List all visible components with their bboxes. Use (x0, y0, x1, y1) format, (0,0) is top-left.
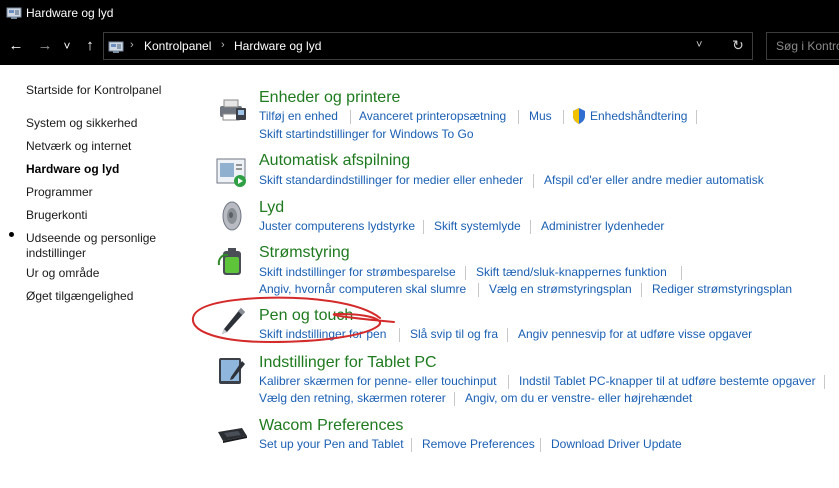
link-separator (540, 438, 541, 452)
control-panel-icon (6, 7, 22, 19)
link-separator (411, 438, 412, 452)
address-toolbar: ← → ˅ ↑ › Kontrolpanel › Hardware og lyd… (0, 28, 839, 65)
link-power-saving-settings[interactable]: Skift indstillinger for strømbesparelse (259, 265, 456, 279)
sidebar-item-system-security[interactable]: System og sikkerhed (26, 116, 137, 131)
link-change-default-media[interactable]: Skift standardindstillinger for medier e… (259, 173, 523, 187)
breadcrumb-separator: › (130, 39, 134, 51)
printer-icon[interactable] (216, 94, 248, 126)
wacom-tablet-icon[interactable] (216, 420, 248, 452)
link-separator (641, 283, 642, 297)
pen-icon[interactable] (216, 305, 248, 337)
breadcrumb-separator: › (221, 39, 225, 51)
sidebar-item-network[interactable]: Netværk og internet (26, 139, 131, 154)
link-adjust-volume[interactable]: Juster computerens lydstyrke (259, 219, 415, 233)
breadcrumb-hardware-og-lyd[interactable]: Hardware og lyd (234, 39, 321, 53)
link-separator (454, 392, 455, 406)
link-manage-audio-devices[interactable]: Administrer lydenheder (541, 219, 664, 233)
link-separator (824, 375, 825, 389)
sidebar-item-clock-region[interactable]: Ur og område (26, 266, 99, 281)
link-handedness[interactable]: Angiv, om du er venstre- eller højrehænd… (465, 391, 692, 405)
link-separator (533, 174, 534, 188)
link-separator (508, 375, 509, 389)
forward-arrow-icon[interactable]: → (36, 37, 54, 55)
link-separator (507, 328, 508, 342)
window-title: Hardware og lyd (26, 6, 114, 20)
link-add-device[interactable]: Tilføj en enhed (259, 109, 338, 123)
link-set-up-pen-tablet[interactable]: Set up your Pen and Tablet (259, 437, 404, 451)
sidebar-item-user-accounts[interactable]: Brugerkonti (26, 208, 87, 223)
link-flicks-on-off[interactable]: Slå svip til og fra (410, 327, 498, 341)
search-box[interactable]: Søg i Kontrolpanel (766, 32, 839, 60)
sidebar-item-ease-of-access[interactable]: Øget tilgængelighed (26, 289, 133, 304)
category-title-tablet-pc[interactable]: Indstillinger for Tablet PC (259, 354, 437, 372)
category-title-pen-touch[interactable]: Pen og touch (259, 307, 353, 325)
battery-icon[interactable] (216, 245, 248, 277)
sidebar-item-appearance[interactable]: Udseende og personlige (26, 231, 156, 246)
link-pen-flicks-tasks[interactable]: Angiv pennesvip for at udføre visse opga… (518, 327, 752, 341)
breadcrumb-kontrolpanel[interactable]: Kontrolpanel (144, 39, 211, 53)
link-screen-rotation[interactable]: Vælg den retning, skærmen roterer (259, 391, 446, 405)
link-choose-power-plan[interactable]: Vælg en strømstyringsplan (489, 282, 632, 296)
sidebar-home-link[interactable]: Startside for Kontrolpanel (26, 83, 161, 98)
sidebar-item-hardware-sound[interactable]: Hardware og lyd (26, 162, 119, 177)
link-autoplay-cds[interactable]: Afspil cd'er eller andre medier automati… (544, 173, 764, 187)
link-separator (465, 266, 466, 280)
sidebar: Startside for Kontrolpanel System og sik… (0, 65, 190, 488)
back-arrow-icon[interactable]: ← (7, 37, 25, 55)
category-title-devices-printers[interactable]: Enheder og printere (259, 89, 400, 107)
tablet-icon[interactable] (216, 355, 248, 387)
link-separator (350, 110, 351, 124)
recent-locations-chevron-icon[interactable]: ˅ (61, 37, 73, 55)
link-sleep-time[interactable]: Angiv, hvornår computeren skal slumre (259, 282, 466, 296)
address-dropdown-icon[interactable]: ˅ (696, 39, 702, 51)
link-device-manager[interactable]: Enhedshåndtering (590, 109, 687, 123)
current-item-bullet (9, 232, 14, 237)
link-calibrate-screen[interactable]: Kalibrer skærmen for penne- eller touchi… (259, 374, 496, 388)
control-panel-icon (108, 41, 124, 53)
category-title-autoplay[interactable]: Automatisk afspilning (259, 152, 410, 170)
link-separator (518, 110, 519, 124)
link-separator (696, 110, 697, 124)
link-remove-preferences[interactable]: Remove Preferences (422, 437, 535, 451)
address-bar[interactable]: › Kontrolpanel › Hardware og lyd ˅ ↻ (103, 32, 753, 60)
link-separator (423, 220, 424, 234)
uac-shield-icon (573, 108, 585, 124)
link-separator (563, 110, 564, 124)
speaker-icon[interactable] (216, 200, 248, 232)
link-windows-to-go[interactable]: Skift startindstillinger for Windows To … (259, 127, 474, 141)
category-title-power[interactable]: Strømstyring (259, 244, 350, 262)
title-bar: Hardware og lyd (0, 0, 839, 28)
link-advanced-printer-setup[interactable]: Avanceret printeropsætning (359, 109, 506, 123)
link-power-buttons[interactable]: Skift tænd/sluk-knappernes funktion (476, 265, 667, 279)
link-separator (681, 266, 682, 280)
link-tablet-buttons[interactable]: Indstil Tablet PC-knapper til at udføre … (519, 374, 816, 388)
autoplay-icon[interactable] (216, 156, 248, 188)
sidebar-item-appearance-line2[interactable]: indstillinger (26, 246, 86, 261)
search-input[interactable]: Søg i Kontrolpanel (776, 39, 839, 53)
link-separator (399, 328, 400, 342)
link-edit-power-plan[interactable]: Rediger strømstyringsplan (652, 282, 792, 296)
link-download-driver-update[interactable]: Download Driver Update (551, 437, 682, 451)
link-separator (530, 220, 531, 234)
sidebar-item-programs[interactable]: Programmer (26, 185, 93, 200)
category-title-wacom[interactable]: Wacom Preferences (259, 417, 403, 435)
category-title-sound[interactable]: Lyd (259, 199, 284, 217)
link-separator (478, 283, 479, 297)
link-pen-settings[interactable]: Skift indstillinger for pen (259, 327, 386, 341)
refresh-icon[interactable]: ↻ (728, 37, 748, 55)
link-change-system-sounds[interactable]: Skift systemlyde (434, 219, 521, 233)
up-arrow-icon[interactable]: ↑ (81, 37, 99, 55)
link-mouse[interactable]: Mus (529, 109, 552, 123)
